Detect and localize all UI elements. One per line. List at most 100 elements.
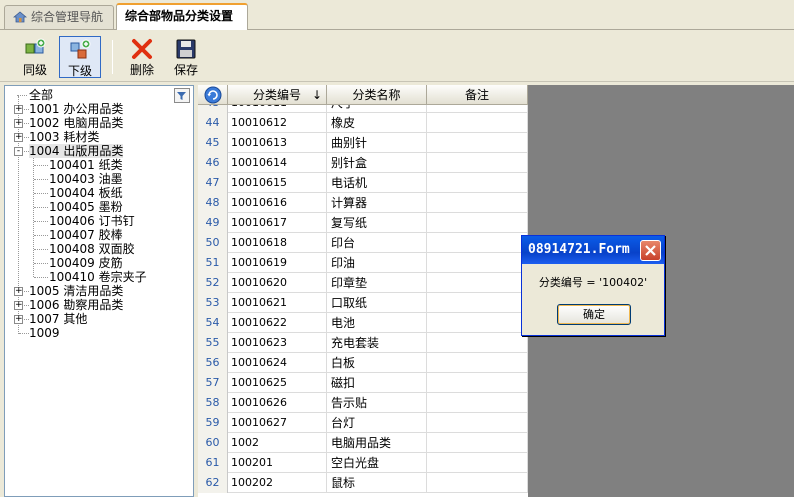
table-row[interactable]: 55 10010623 充电套装 (198, 333, 528, 353)
cell-note[interactable] (427, 413, 528, 433)
tree-node[interactable]: 100410 卷宗夹子 (49, 270, 147, 284)
tree-node[interactable]: 1007 其他 (29, 312, 87, 326)
header-note[interactable]: 备注 (427, 85, 528, 105)
cell-code[interactable]: 10010619 (228, 253, 327, 273)
cell-code[interactable]: 100202 (228, 473, 327, 493)
table-row[interactable]: 60 1002 电脑用品类 (198, 433, 528, 453)
cell-code[interactable]: 10010616 (228, 193, 327, 213)
cell-name[interactable]: 白板 (327, 353, 427, 373)
cell-code[interactable]: 1002 (228, 433, 327, 453)
tree-node[interactable]: 100403 油墨 (49, 172, 123, 186)
cell-note[interactable] (427, 293, 528, 313)
cell-code[interactable]: 10010620 (228, 273, 327, 293)
cell-note[interactable] (427, 253, 528, 273)
cell-note[interactable] (427, 433, 528, 453)
tab-navigation[interactable]: 综合管理导航 (4, 5, 114, 29)
cell-code[interactable]: 10010614 (228, 153, 327, 173)
same-level-button[interactable]: 同级 (14, 36, 56, 78)
tree-node[interactable]: 1009 (29, 326, 60, 340)
cell-code[interactable]: 100201 (228, 453, 327, 473)
tree-node[interactable]: 1002 电脑用品类 (29, 116, 123, 130)
cell-note[interactable] (427, 473, 528, 493)
cell-code[interactable]: 10010617 (228, 213, 327, 233)
table-row[interactable]: 53 10010621 口取纸 (198, 293, 528, 313)
cell-name[interactable]: 电池 (327, 313, 427, 333)
grid-refresh-cell[interactable] (198, 85, 228, 105)
table-row[interactable]: 4310010611尺子 (198, 105, 528, 113)
tree-node[interactable]: 1005 清洁用品类 (29, 284, 123, 298)
cell-note[interactable] (427, 153, 528, 173)
tree-node[interactable]: 1003 耗材类 (29, 130, 99, 144)
sub-level-button[interactable]: 下级 (59, 36, 101, 78)
cell-code[interactable]: 10010625 (228, 373, 327, 393)
header-code[interactable]: 分类编号 ↓ (228, 85, 327, 105)
cell-code[interactable]: 10010612 (228, 113, 327, 133)
cell-name[interactable]: 曲别针 (327, 133, 427, 153)
category-tree[interactable]: 全部 +1001 办公用品类 +1002 电脑用品类 +1003 耗材类 -1004 出… (4, 85, 194, 497)
cell-name[interactable]: 电话机 (327, 173, 427, 193)
cell-note[interactable] (427, 113, 528, 133)
table-row[interactable]: 54 10010622 电池 (198, 313, 528, 333)
cell-code[interactable]: 10010624 (228, 353, 327, 373)
cell-name[interactable]: 印油 (327, 253, 427, 273)
tree-node[interactable]: 100407 胶棒 (49, 228, 123, 242)
cell-note[interactable] (427, 313, 528, 333)
cell-name[interactable]: 鼠标 (327, 473, 427, 493)
cell-code[interactable]: 10010623 (228, 333, 327, 353)
cell-name[interactable]: 空白光盘 (327, 453, 427, 473)
expand-icon[interactable]: + (14, 315, 23, 324)
table-row[interactable]: 48 10010616 计算器 (198, 193, 528, 213)
cell-code[interactable]: 10010621 (228, 293, 327, 313)
cell-note[interactable] (427, 233, 528, 253)
dialog-ok-button[interactable]: 确定 (557, 304, 631, 325)
tree-node[interactable]: 1004 出版用品类 (29, 144, 124, 158)
table-row[interactable]: 61 100201 空白光盘 (198, 453, 528, 473)
table-row[interactable]: 51 10010619 印油 (198, 253, 528, 273)
cell-note[interactable] (427, 105, 528, 113)
cell-code[interactable]: 10010626 (228, 393, 327, 413)
cell-name[interactable]: 尺子 (327, 105, 427, 113)
cell-note[interactable] (427, 133, 528, 153)
tree-node[interactable]: 1001 办公用品类 (29, 102, 123, 116)
table-row[interactable]: 49 10010617 复写纸 (198, 213, 528, 233)
cell-note[interactable] (427, 193, 528, 213)
dialog-close-button[interactable] (640, 240, 661, 261)
cell-name[interactable]: 台灯 (327, 413, 427, 433)
cell-code[interactable]: 10010622 (228, 313, 327, 333)
cell-note[interactable] (427, 353, 528, 373)
cell-name[interactable]: 橡皮 (327, 113, 427, 133)
cell-name[interactable]: 印台 (327, 233, 427, 253)
cell-code[interactable]: 10010627 (228, 413, 327, 433)
expand-icon[interactable]: + (14, 105, 23, 114)
cell-code[interactable]: 10010615 (228, 173, 327, 193)
expand-icon[interactable]: + (14, 301, 23, 310)
cell-note[interactable] (427, 393, 528, 413)
cell-note[interactable] (427, 273, 528, 293)
cell-note[interactable] (427, 213, 528, 233)
delete-button[interactable]: 删除 (121, 36, 163, 78)
table-row[interactable]: 56 10010624 白板 (198, 353, 528, 373)
table-row[interactable]: 47 10010615 电话机 (198, 173, 528, 193)
tree-node[interactable]: 100408 双面胶 (49, 242, 135, 256)
tree-node[interactable]: 100404 板纸 (49, 186, 123, 200)
cell-note[interactable] (427, 453, 528, 473)
tab-category-settings[interactable]: 综合部物品分类设置 (116, 3, 248, 30)
tree-node[interactable]: 100409 皮筋 (49, 256, 123, 270)
cell-name[interactable]: 电脑用品类 (327, 433, 427, 453)
table-row[interactable]: 52 10010620 印章垫 (198, 273, 528, 293)
tree-settings-icon[interactable] (174, 88, 190, 103)
expand-icon[interactable]: + (14, 119, 23, 128)
expand-icon[interactable]: + (14, 133, 23, 142)
table-row[interactable]: 57 10010625 磁扣 (198, 373, 528, 393)
tree-node[interactable]: 100406 订书钉 (49, 214, 135, 228)
cell-note[interactable] (427, 173, 528, 193)
cell-code[interactable]: 10010611 (228, 105, 327, 113)
table-row[interactable]: 46 10010614 别针盒 (198, 153, 528, 173)
cell-name[interactable]: 磁扣 (327, 373, 427, 393)
cell-name[interactable]: 印章垫 (327, 273, 427, 293)
table-row[interactable]: 59 10010627 台灯 (198, 413, 528, 433)
cell-name[interactable]: 计算器 (327, 193, 427, 213)
table-row[interactable]: 50 10010618 印台 (198, 233, 528, 253)
cell-note[interactable] (427, 373, 528, 393)
cell-code[interactable]: 10010618 (228, 233, 327, 253)
